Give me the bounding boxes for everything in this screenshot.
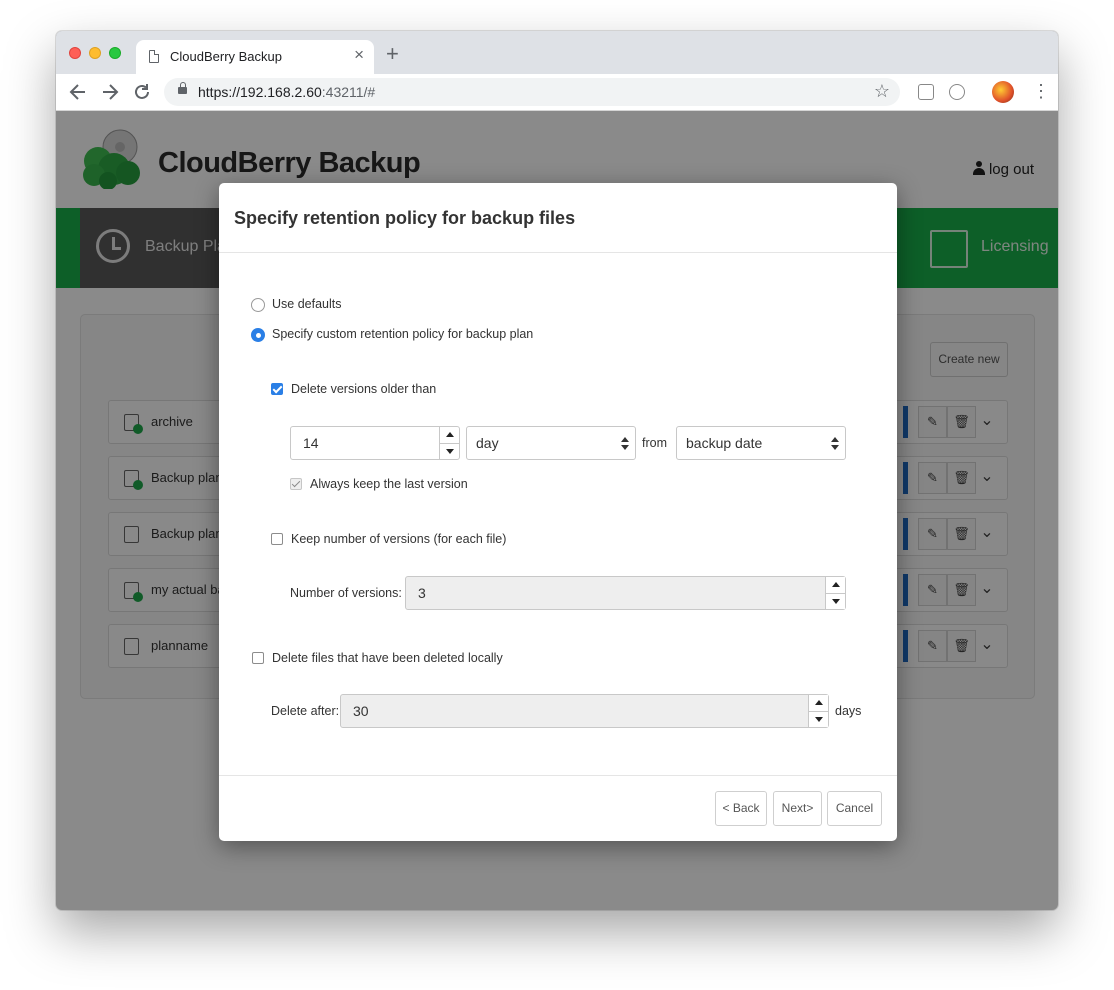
- use-defaults-radio[interactable]: [251, 298, 265, 312]
- next-button[interactable]: Next>: [773, 791, 822, 826]
- reload-icon[interactable]: [133, 81, 151, 109]
- from-value: backup date: [686, 435, 763, 451]
- age-value: 14: [303, 435, 319, 451]
- select-arrows-icon: [621, 437, 629, 451]
- age-value-stepper[interactable]: 14: [290, 426, 460, 460]
- browser-menu-icon[interactable]: ⋮: [1032, 80, 1050, 102]
- keep-number-label: Keep number of versions (for each file): [291, 532, 507, 546]
- forward-arrow-icon[interactable]: [101, 81, 119, 109]
- decrement-button[interactable]: [809, 711, 828, 727]
- browser-tab[interactable]: CloudBerry Backup ×: [136, 40, 374, 74]
- from-select[interactable]: backup date: [676, 426, 846, 460]
- extension-icon[interactable]: [949, 84, 965, 100]
- cancel-button[interactable]: Cancel: [827, 791, 882, 826]
- delete-after-spinner: [808, 695, 828, 727]
- close-window-button[interactable]: [69, 47, 81, 59]
- delete-after-label: Delete after:: [271, 704, 340, 718]
- delete-older-checkbox[interactable]: [271, 383, 283, 395]
- decrement-button[interactable]: [826, 593, 845, 609]
- tab-close-icon[interactable]: ×: [354, 46, 364, 64]
- custom-policy-label: Specify custom retention policy for back…: [272, 327, 534, 341]
- tab-strip: CloudBerry Backup × +: [56, 31, 1058, 74]
- address-bar[interactable]: https://192.168.2.60:43211/# ☆: [164, 78, 900, 106]
- num-versions-label: Number of versions:: [290, 586, 402, 600]
- increment-button[interactable]: [826, 577, 845, 593]
- always-keep-checkbox[interactable]: [290, 478, 302, 490]
- extension-icon[interactable]: [918, 84, 934, 100]
- document-icon: [149, 50, 159, 63]
- custom-policy-radio[interactable]: [251, 328, 265, 342]
- browser-toolbar: https://192.168.2.60:43211/# ☆ ⋮: [56, 74, 1058, 111]
- tab-title: CloudBerry Backup: [170, 49, 282, 64]
- increment-button[interactable]: [809, 695, 828, 711]
- retention-policy-dialog: Specify retention policy for backup file…: [219, 183, 897, 841]
- from-label: from: [642, 436, 667, 450]
- delete-older-label: Delete versions older than: [291, 382, 437, 396]
- age-unit-select[interactable]: day: [466, 426, 636, 460]
- bookmark-star-icon[interactable]: ☆: [874, 81, 890, 102]
- keep-number-checkbox[interactable]: [271, 533, 283, 545]
- url-text: https://192.168.2.60:43211/#: [198, 84, 376, 100]
- back-arrow-icon[interactable]: [69, 81, 87, 109]
- maximize-window-button[interactable]: [109, 47, 121, 59]
- delete-after-stepper[interactable]: 30: [340, 694, 829, 728]
- use-defaults-label: Use defaults: [272, 297, 342, 311]
- dialog-title: Specify retention policy for backup file…: [234, 208, 576, 228]
- versions-spinner: [825, 577, 845, 609]
- dialog-footer: < Back Next> Cancel: [219, 775, 897, 841]
- decrement-button[interactable]: [440, 443, 459, 459]
- always-keep-label: Always keep the last version: [310, 477, 468, 491]
- select-arrows-icon: [831, 437, 839, 451]
- num-versions-value: 3: [418, 585, 426, 601]
- minimize-window-button[interactable]: [89, 47, 101, 59]
- new-tab-button[interactable]: +: [386, 43, 399, 65]
- age-unit-value: day: [476, 435, 499, 451]
- increment-button[interactable]: [440, 427, 459, 443]
- num-versions-stepper[interactable]: 3: [405, 576, 846, 610]
- delete-local-checkbox[interactable]: [252, 652, 264, 664]
- profile-avatar[interactable]: [992, 81, 1014, 103]
- dialog-header: Specify retention policy for backup file…: [219, 183, 897, 253]
- lock-icon: [178, 82, 187, 94]
- delete-after-value: 30: [353, 703, 369, 719]
- days-label: days: [835, 704, 862, 718]
- age-spinner: [439, 427, 459, 459]
- back-button[interactable]: < Back: [715, 791, 767, 826]
- delete-local-label: Delete files that have been deleted loca…: [272, 651, 503, 665]
